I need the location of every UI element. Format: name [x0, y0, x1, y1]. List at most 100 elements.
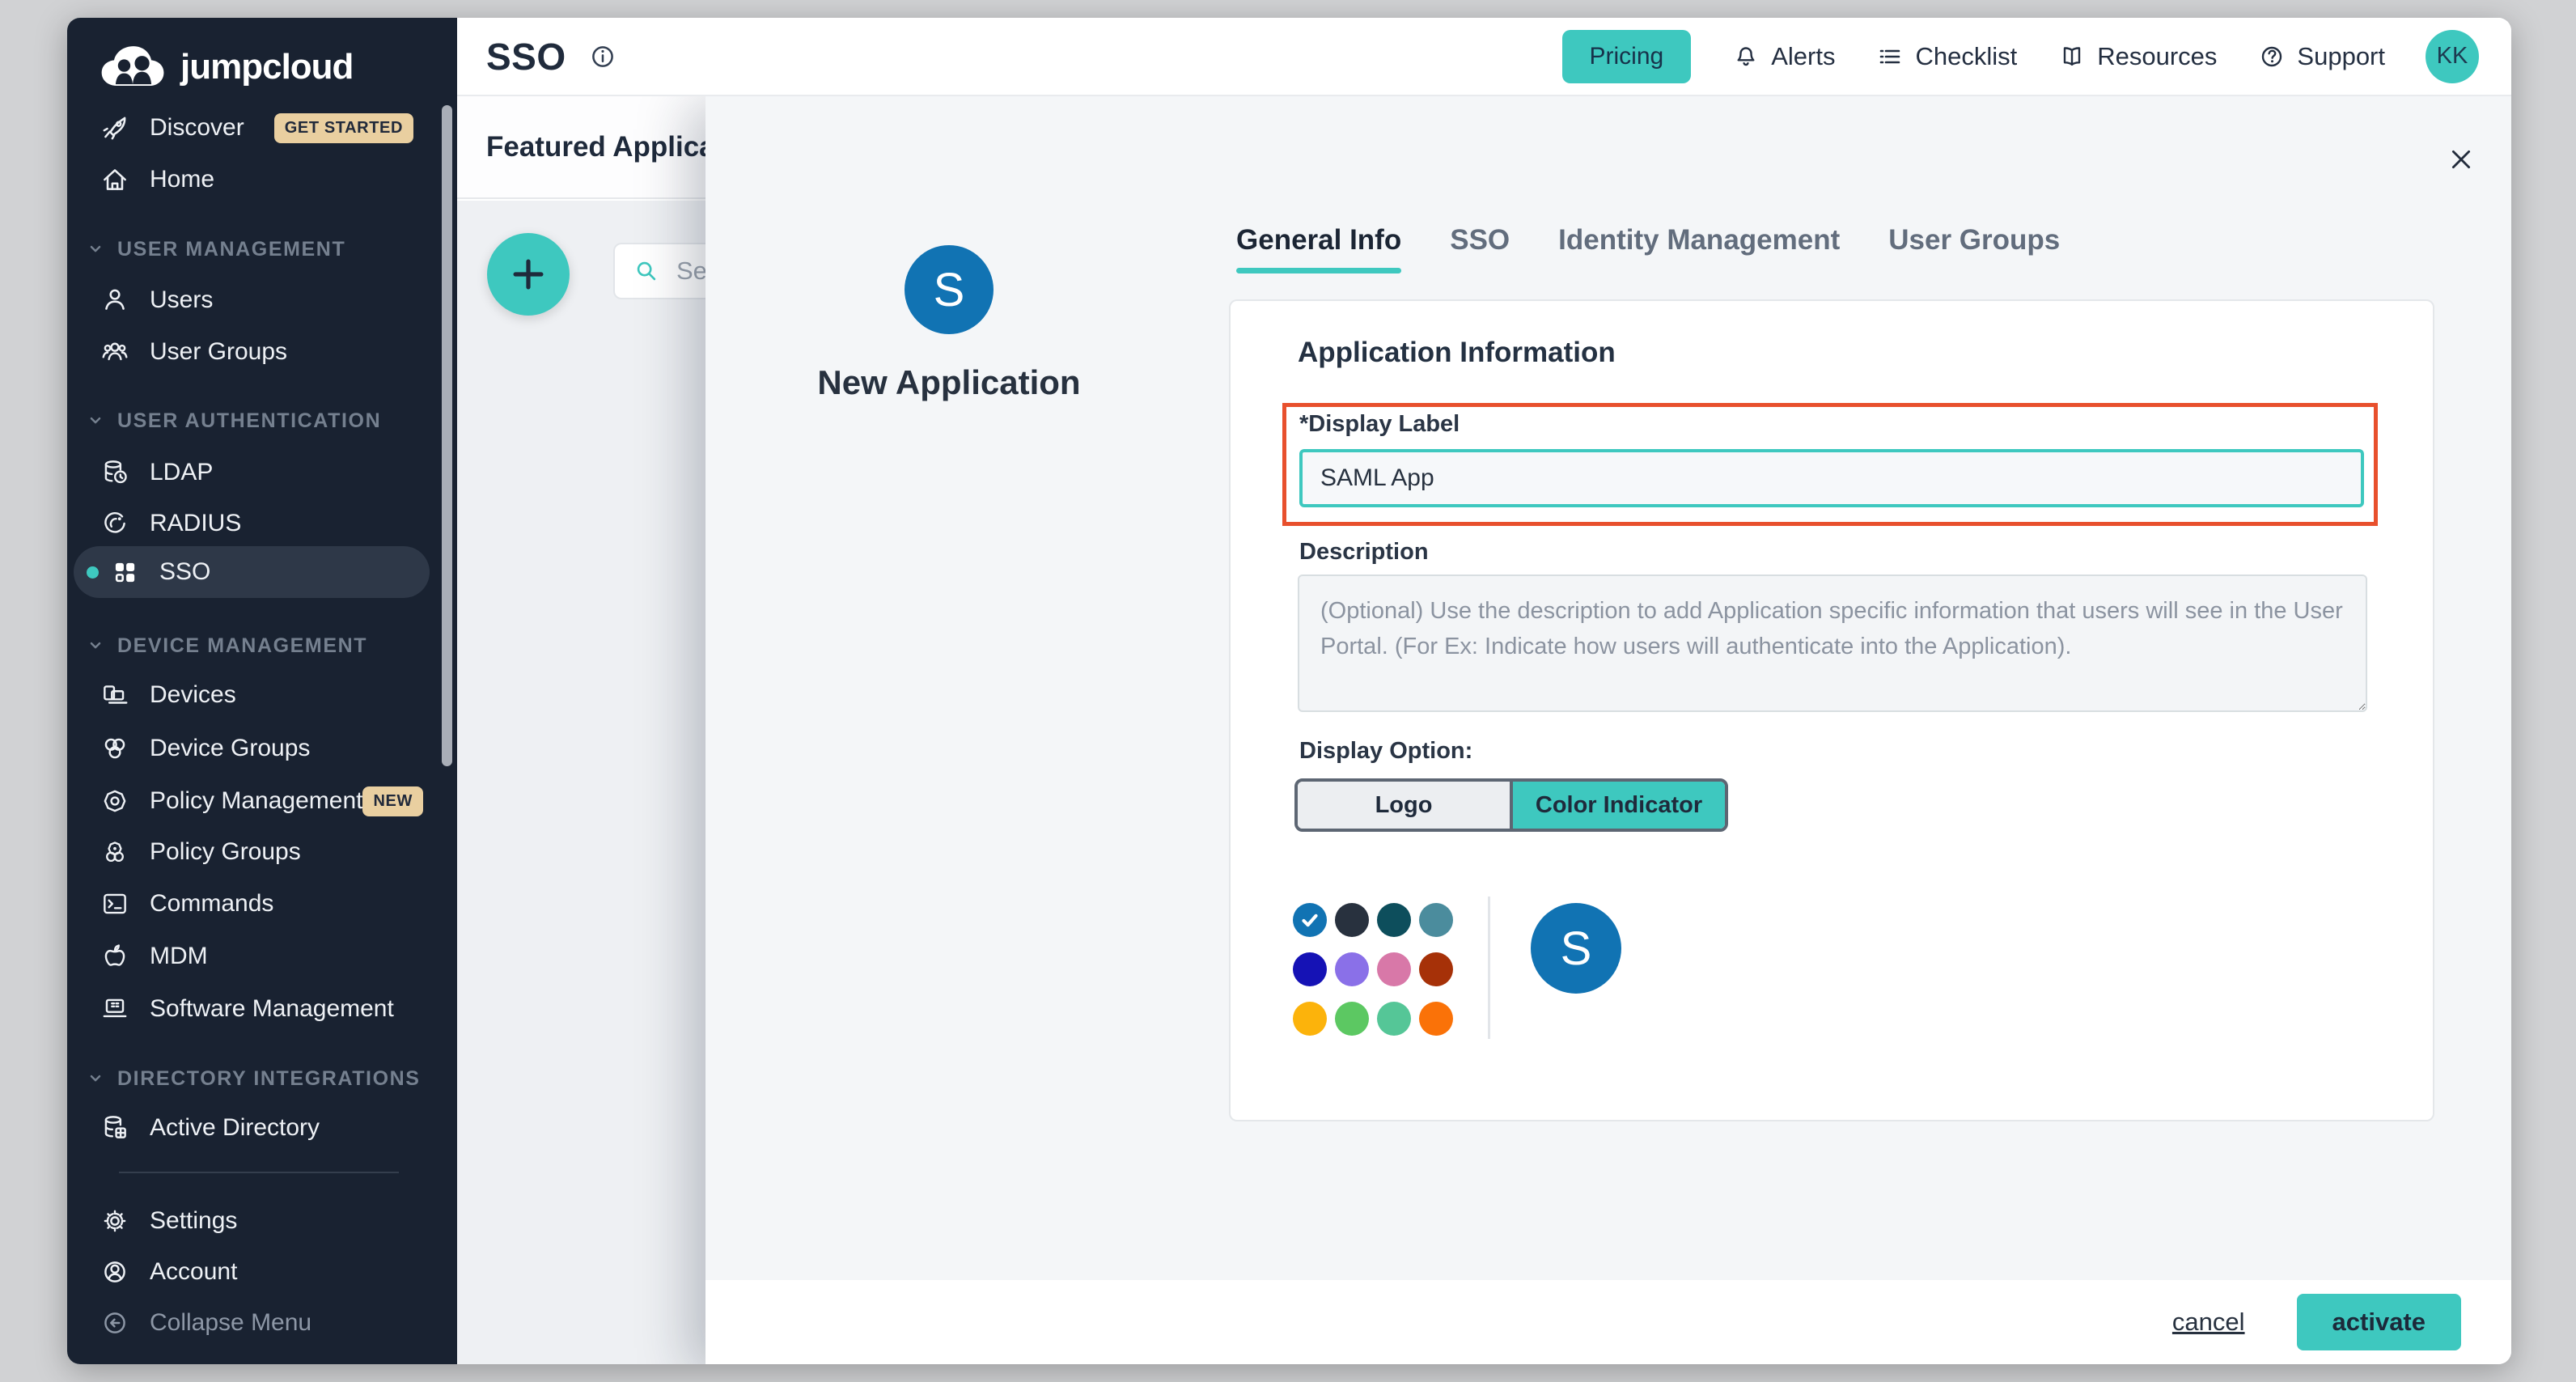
new-badge: NEW	[362, 786, 422, 816]
software-laptop-icon	[100, 994, 130, 1024]
color-swatch[interactable]	[1377, 1002, 1411, 1036]
sidebar-section-directory-integrations[interactable]: DIRECTORY INTEGRATIONS	[85, 1059, 433, 1098]
sidebar-item-label: Active Directory	[150, 1114, 320, 1142]
sidebar-scrollbar[interactable]	[442, 105, 452, 766]
cancel-button[interactable]: cancel	[2167, 1307, 2250, 1337]
resources-button[interactable]: Resources	[2057, 42, 2217, 71]
page-title: SSO	[486, 35, 566, 78]
activate-button[interactable]: activate	[2297, 1294, 2461, 1350]
sidebar-item-radius[interactable]: RADIUS	[74, 498, 430, 549]
color-swatch[interactable]	[1335, 903, 1369, 937]
sidebar-item-label: Commands	[150, 890, 273, 918]
tab-identity-management[interactable]: Identity Management	[1558, 224, 1840, 273]
sidebar-item-active-directory[interactable]: Active Directory	[74, 1102, 430, 1154]
rocket-icon	[100, 112, 130, 143]
radar-icon	[100, 508, 130, 539]
apple-icon	[100, 941, 130, 972]
checklist-icon	[1875, 42, 1904, 71]
display-label-input[interactable]	[1299, 449, 2364, 507]
description-textarea[interactable]	[1298, 574, 2367, 712]
checklist-button[interactable]: Checklist	[1875, 42, 2017, 71]
sidebar-item-commands[interactable]: Commands	[74, 878, 430, 930]
sidebar-item-label: Settings	[150, 1207, 237, 1235]
pricing-button[interactable]: Pricing	[1562, 30, 1692, 83]
active-directory-icon	[100, 1113, 130, 1143]
application-avatar: S	[905, 245, 994, 334]
avatar[interactable]: KK	[2426, 30, 2479, 83]
color-swatch[interactable]	[1419, 903, 1453, 937]
section-title: DEVICE MANAGEMENT	[117, 634, 367, 658]
user-icon	[100, 285, 130, 316]
sidebar-item-label: LDAP	[150, 459, 213, 486]
sidebar-item-account[interactable]: Account	[74, 1246, 430, 1298]
home-icon	[100, 164, 130, 195]
support-button[interactable]: Support	[2257, 42, 2385, 71]
color-swatch[interactable]	[1377, 952, 1411, 986]
gear-icon	[100, 1206, 130, 1236]
question-icon	[2257, 42, 2286, 71]
info-icon[interactable]	[587, 41, 618, 72]
sidebar-item-policy-management[interactable]: Policy Management NEW	[74, 775, 430, 827]
sidebar-item-policy-groups[interactable]: Policy Groups	[74, 826, 430, 878]
tab-sso[interactable]: SSO	[1450, 224, 1510, 273]
checklist-label: Checklist	[1915, 42, 2017, 71]
add-application-button[interactable]	[487, 233, 570, 316]
sidebar-item-software-management[interactable]: Software Management	[74, 983, 430, 1035]
display-option-toggle: Logo Color Indicator	[1294, 778, 1728, 832]
sidebar-item-label: Discover	[150, 114, 244, 142]
tab-user-groups[interactable]: User Groups	[1888, 224, 2060, 273]
color-swatch[interactable]	[1293, 1002, 1327, 1036]
sidebar-item-discover[interactable]: Discover GET STARTED	[74, 102, 430, 154]
description-label: Description	[1299, 539, 1429, 566]
devices-icon	[100, 680, 130, 710]
sidebar-item-label: Policy Groups	[150, 838, 301, 866]
sidebar-item-ldap[interactable]: LDAP	[74, 447, 430, 498]
sidebar-section-user-authentication[interactable]: USER AUTHENTICATION	[85, 401, 433, 440]
sidebar-item-label: Home	[150, 166, 214, 193]
resources-label: Resources	[2097, 42, 2217, 71]
search-icon	[633, 257, 660, 285]
jumpcloud-cloud-icon	[95, 43, 172, 91]
chevron-down-icon	[85, 635, 106, 656]
color-swatch-selected[interactable]	[1293, 903, 1327, 937]
jumpcloud-logo[interactable]: jumpcloud	[95, 39, 353, 95]
close-icon	[2448, 143, 2474, 176]
sidebar-item-home[interactable]: Home	[74, 154, 430, 206]
sidebar-item-user-groups[interactable]: User Groups	[74, 326, 430, 378]
color-swatch[interactable]	[1419, 952, 1453, 986]
sidebar-item-device-groups[interactable]: Device Groups	[74, 723, 430, 774]
sidebar-section-device-management[interactable]: DEVICE MANAGEMENT	[85, 626, 433, 665]
sidebar-item-mdm[interactable]: MDM	[74, 931, 430, 982]
color-swatch[interactable]	[1335, 952, 1369, 986]
sidebar-section-user-management[interactable]: USER MANAGEMENT	[85, 230, 433, 269]
sidebar-item-label: Account	[150, 1258, 237, 1286]
color-indicator-option[interactable]: Color Indicator	[1513, 782, 1725, 829]
section-title: DIRECTORY INTEGRATIONS	[117, 1067, 421, 1091]
logo-option[interactable]: Logo	[1298, 782, 1513, 829]
chevron-down-icon	[85, 410, 106, 431]
sidebar-item-settings[interactable]: Settings	[74, 1195, 430, 1247]
new-application-modal: S New Application General Info SSO Ident…	[705, 96, 2511, 1364]
color-swatch[interactable]	[1293, 952, 1327, 986]
alerts-button[interactable]: Alerts	[1731, 42, 1835, 71]
sidebar-item-label: Device Groups	[150, 735, 310, 762]
sidebar-item-label: Policy Management	[150, 787, 362, 815]
color-swatch[interactable]	[1335, 1002, 1369, 1036]
sidebar-item-devices[interactable]: Devices	[74, 669, 430, 721]
close-button[interactable]	[2443, 142, 2479, 177]
terminal-icon	[100, 888, 130, 919]
support-label: Support	[2297, 42, 2385, 71]
sidebar-item-users[interactable]: Users	[74, 274, 430, 326]
chevron-down-icon	[85, 239, 106, 260]
database-clock-icon	[100, 457, 130, 488]
book-icon	[2057, 42, 2087, 71]
account-icon	[100, 1257, 130, 1287]
sidebar-item-sso[interactable]: SSO	[74, 546, 430, 598]
policy-icon	[100, 786, 130, 816]
color-palette	[1293, 903, 1453, 1036]
color-swatch[interactable]	[1377, 903, 1411, 937]
color-swatch[interactable]	[1419, 1002, 1453, 1036]
user-group-icon	[100, 337, 130, 367]
sidebar-item-collapse-menu[interactable]: Collapse Menu	[74, 1297, 430, 1349]
tab-general-info[interactable]: General Info	[1236, 224, 1401, 273]
